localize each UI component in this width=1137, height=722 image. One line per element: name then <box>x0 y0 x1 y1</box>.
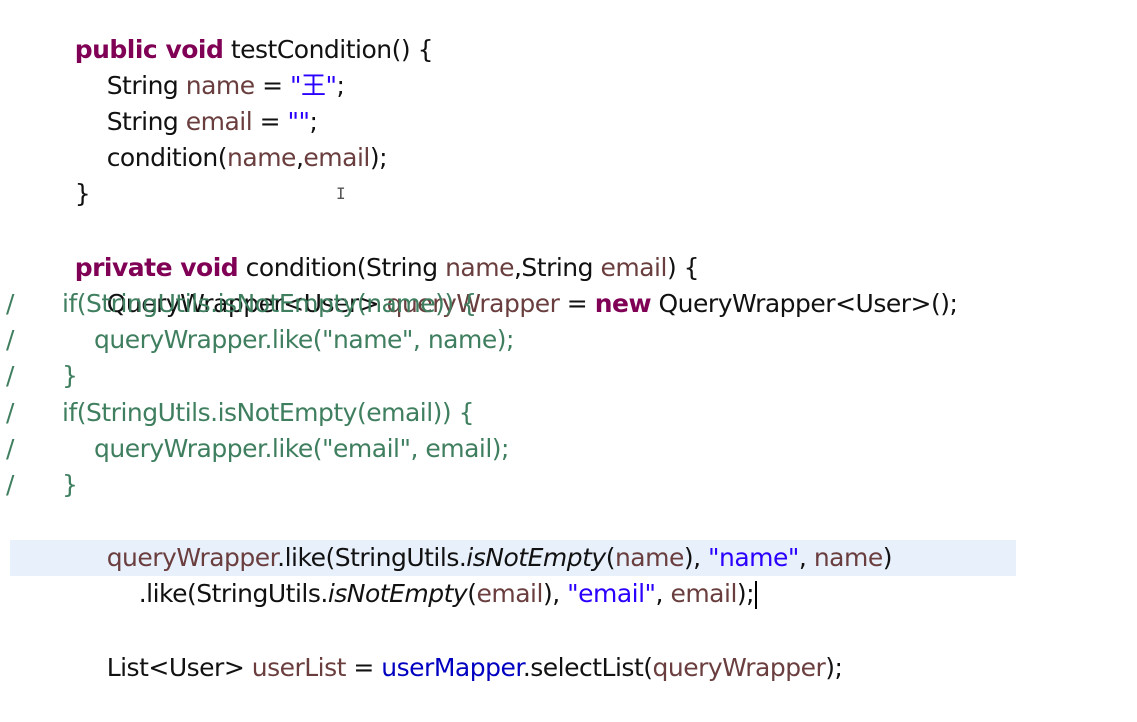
current-code-line[interactable]: .like(StringUtils.isNotEmpty(email), "em… <box>0 540 1137 609</box>
commented-code-line: / queryWrapper.like("email", email); <box>0 431 1137 467</box>
code-editor[interactable]: public void testCondition() { String nam… <box>0 0 1137 682</box>
comment-text: if(StringUtils.isNotEmpty(email)) { <box>62 398 475 427</box>
code-line: String email = ""; <box>0 68 1137 136</box>
commented-code-line: / } <box>0 358 1137 394</box>
code-line: private void condition(String name,Strin… <box>0 214 1137 282</box>
variable-name: userList <box>251 653 347 682</box>
comment-marker: / <box>6 470 14 499</box>
commented-code-line: / queryWrapper.like("name", name); <box>0 322 1137 358</box>
operator: = <box>345 653 382 682</box>
text-caret <box>755 581 758 609</box>
comment-text: queryWrapper.like("email", email); <box>94 434 509 463</box>
closing-paren: ); <box>736 579 755 608</box>
comment-marker: / <box>6 325 14 354</box>
comment-text: queryWrapper.like("name", name); <box>94 325 514 354</box>
comment-marker: / <box>6 361 14 390</box>
code-line: queryWrapper.like(StringUtils.isNotEmpty… <box>0 504 1137 572</box>
commented-code-line: / } <box>0 467 1137 503</box>
comment-text: } <box>62 470 78 499</box>
type-name: List<User> <box>106 653 252 682</box>
code-line: QueryWrapper<User> queryWrapper = new Qu… <box>0 250 1137 318</box>
code-line: public void testCondition() { <box>0 0 1137 64</box>
comment-marker: / <box>6 289 14 318</box>
comment-text: if(StringUtils.isNotEmpty(name)) { <box>62 289 477 318</box>
code-line: List<User> userList = userMapper.selectL… <box>0 614 1137 682</box>
code-line: condition(name,email); <box>0 104 1137 172</box>
comment-text: } <box>62 361 78 390</box>
argument: queryWrapper <box>652 653 826 682</box>
i-beam-cursor-icon: I <box>336 184 346 203</box>
code-line: String name = "王"; <box>0 32 1137 100</box>
static-method: isNotEmpty <box>327 579 468 608</box>
method-call: .like(StringUtils. <box>138 579 329 608</box>
separator: , <box>655 579 671 608</box>
commented-code-line: / if(StringUtils.isNotEmpty(name)) { <box>0 286 1137 322</box>
separator: ), <box>542 579 568 608</box>
argument: email <box>670 579 737 608</box>
string-literal: "email" <box>567 579 656 608</box>
commented-code-line: / if(StringUtils.isNotEmpty(email)) { <box>0 395 1137 431</box>
method-call: .selectList( <box>522 653 653 682</box>
comment-marker: / <box>6 434 14 463</box>
closing-paren: ); <box>825 653 843 682</box>
comment-marker: / <box>6 398 14 427</box>
argument: email <box>476 579 543 608</box>
code-line: } <box>0 140 1137 208</box>
closing-brace: } <box>74 179 91 208</box>
field-name: userMapper <box>381 653 523 682</box>
